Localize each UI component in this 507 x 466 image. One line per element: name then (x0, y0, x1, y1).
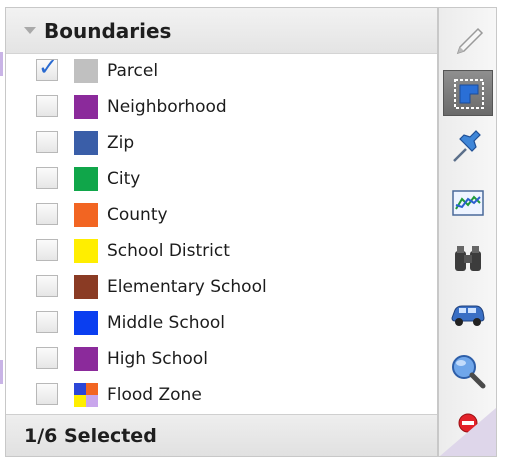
list-item-flood-zone[interactable]: Flood Zone (6, 378, 437, 414)
checkbox[interactable] (36, 95, 58, 117)
flood-zone-swatch (74, 383, 98, 407)
color-swatch (74, 347, 98, 371)
collapse-triangle-icon[interactable] (24, 27, 36, 34)
list-item-city[interactable]: City (6, 162, 437, 198)
map-toolbar (438, 7, 497, 457)
list-item-zip[interactable]: Zip (6, 126, 437, 162)
color-swatch (74, 203, 98, 227)
checkbox[interactable] (36, 275, 58, 297)
magnifier-icon (452, 355, 486, 389)
list-item-county[interactable]: County (6, 198, 437, 234)
checkbox[interactable] (36, 239, 58, 261)
pencil-icon (456, 27, 484, 55)
list-item-middle-school[interactable]: Middle School (6, 306, 437, 342)
panel-title: Boundaries (44, 19, 172, 43)
car-icon (451, 305, 485, 326)
boundary-select-icon (454, 79, 484, 109)
chart-icon (452, 190, 484, 216)
list-item-label: Zip (107, 133, 135, 153)
checkbox[interactable] (36, 383, 58, 405)
list-item-elementary-school[interactable]: Elementary School (6, 270, 437, 306)
panel-header[interactable]: Boundaries (6, 8, 437, 54)
checkmark-icon: ✓ (38, 53, 59, 81)
color-swatch (74, 275, 98, 299)
boundary-select-tool-button[interactable] (443, 70, 493, 116)
list-item-label: Neighborhood (107, 97, 227, 117)
color-swatch (74, 59, 98, 83)
checkbox[interactable] (36, 203, 58, 225)
binoculars-tool-button[interactable] (443, 236, 493, 282)
list-item-label: Parcel (107, 61, 159, 81)
boundaries-panel: Boundaries ✓ Parcel Neighborhood Zip Cit… (5, 7, 438, 457)
color-swatch (74, 131, 98, 155)
list-item-label: Middle School (107, 313, 225, 333)
left-edge-marker (0, 360, 3, 384)
list-item-label: School District (107, 241, 230, 261)
selection-count: 1/6 Selected (24, 425, 157, 447)
left-edge-marker (0, 52, 3, 76)
list-item-school-district[interactable]: School District (6, 234, 437, 270)
chart-tool-button[interactable] (443, 180, 493, 226)
checkbox[interactable] (36, 347, 58, 369)
list-item-high-school[interactable]: High School (6, 342, 437, 378)
magnifier-tool-button[interactable] (443, 348, 493, 394)
list-item-label: Elementary School (107, 277, 267, 297)
list-item-label: Flood Zone (107, 385, 202, 405)
list-item-parcel[interactable]: ✓ Parcel (6, 54, 437, 90)
car-tool-button[interactable] (443, 291, 493, 337)
color-swatch (74, 311, 98, 335)
list-item-label: High School (107, 349, 208, 369)
pushpin-tool-button[interactable] (443, 124, 493, 170)
list-item-neighborhood[interactable]: Neighborhood (6, 90, 437, 126)
color-swatch (74, 239, 98, 263)
color-swatch (74, 167, 98, 191)
resize-corner (440, 408, 496, 456)
checkbox[interactable]: ✓ (36, 54, 58, 81)
pencil-tool-button[interactable] (443, 18, 493, 64)
list-item-label: County (107, 205, 168, 225)
pushpin-icon (453, 130, 481, 162)
list-item-label: City (107, 169, 141, 189)
selection-footer: 1/6 Selected (6, 414, 437, 456)
checkbox[interactable] (36, 311, 58, 333)
color-swatch (74, 95, 98, 119)
checkbox[interactable] (36, 167, 58, 189)
binoculars-icon (455, 246, 481, 271)
checkbox[interactable] (36, 131, 58, 153)
